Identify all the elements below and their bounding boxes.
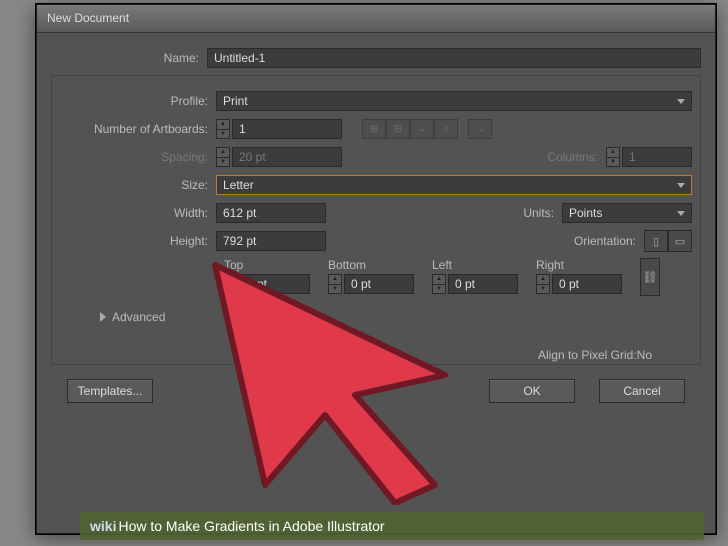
grid-by-col-icon[interactable]: ⊟ (386, 119, 410, 139)
bleed-row: Top ▲▼ Bottom ▲▼ Left ▲▼ (60, 258, 692, 296)
units-value: Points (569, 206, 602, 220)
bleed-right-label: Right (536, 258, 622, 272)
wiki-title: How to Make Gradients in Adobe Illustrat… (118, 518, 384, 534)
bleed-top-input[interactable] (240, 274, 310, 294)
wikihow-caption: wiki How to Make Gradients in Adobe Illu… (80, 512, 704, 540)
artboards-input[interactable] (232, 119, 342, 139)
chevron-down-icon (677, 99, 685, 104)
units-select[interactable]: Points (562, 203, 692, 223)
spacing-stepper: ▲▼ (216, 147, 230, 167)
bleed-bottom-label: Bottom (328, 258, 414, 272)
document-settings-group: Profile: Print Number of Artboards: ▲▼ ⊞… (51, 75, 701, 365)
artboards-stepper[interactable]: ▲▼ (216, 119, 230, 139)
profile-select[interactable]: Print (216, 91, 692, 111)
profile-label: Profile: (60, 94, 216, 108)
artboards-label: Number of Artboards: (60, 122, 216, 136)
orientation-label: Orientation: (574, 234, 644, 248)
bleed-bottom-stepper[interactable]: ▲▼ (328, 274, 342, 294)
width-input[interactable] (216, 203, 326, 223)
size-value: Letter (223, 178, 254, 192)
orientation-landscape-button[interactable]: ▭ (668, 230, 692, 252)
pixel-grid-info: Align to Pixel Grid:No (60, 348, 692, 362)
new-document-dialog: New Document Name: Profile: Print Number… (36, 4, 716, 534)
link-bleed-icon[interactable]: ⛓ (640, 258, 660, 296)
bleed-right-stepper[interactable]: ▲▼ (536, 274, 550, 294)
arrange-row-icon[interactable]: ↔ (410, 119, 434, 139)
templates-button[interactable]: Templates... (67, 379, 153, 403)
bleed-top-label: Top (224, 258, 310, 272)
size-label: Size: (60, 178, 216, 192)
bleed-bottom-input[interactable] (344, 274, 414, 294)
bleed-top-stepper[interactable]: ▲▼ (224, 274, 238, 294)
advanced-toggle[interactable]: Advanced (60, 310, 692, 324)
profile-value: Print (223, 94, 248, 108)
columns-input (622, 147, 692, 167)
bleed-left-label: Left (432, 258, 518, 272)
size-select[interactable]: Letter (216, 175, 692, 195)
dialog-title: New Document (37, 5, 715, 33)
dialog-buttons: Templates... OK Cancel (51, 365, 701, 403)
dialog-content: Name: Profile: Print Number of Artboards… (37, 33, 715, 413)
name-label: Name: (51, 51, 207, 65)
artboard-arrangement-icons: ⊞ ⊟ ↔ ↕ → (362, 119, 492, 139)
columns-label: Columns: (547, 150, 606, 164)
grid-by-row-icon[interactable]: ⊞ (362, 119, 386, 139)
chevron-down-icon (677, 183, 685, 188)
bleed-left-input[interactable] (448, 274, 518, 294)
width-label: Width: (60, 206, 216, 220)
triangle-right-icon (100, 312, 106, 322)
bleed-right-input[interactable] (552, 274, 622, 294)
spacing-label: Spacing: (60, 150, 216, 164)
height-input[interactable] (216, 231, 326, 251)
ok-button[interactable]: OK (489, 379, 575, 403)
wiki-prefix: wiki (90, 518, 116, 534)
orientation-portrait-button[interactable]: ▯ (644, 230, 668, 252)
spacing-input (232, 147, 342, 167)
height-label: Height: (60, 234, 216, 248)
columns-stepper: ▲▼ (606, 147, 620, 167)
chevron-down-icon (677, 211, 685, 216)
arrange-rtl-icon[interactable]: → (468, 119, 492, 139)
cancel-button[interactable]: Cancel (599, 379, 685, 403)
name-input[interactable] (207, 48, 701, 68)
bleed-left-stepper[interactable]: ▲▼ (432, 274, 446, 294)
units-label: Units: (523, 206, 562, 220)
arrange-col-icon[interactable]: ↕ (434, 119, 458, 139)
advanced-label: Advanced (112, 310, 165, 324)
